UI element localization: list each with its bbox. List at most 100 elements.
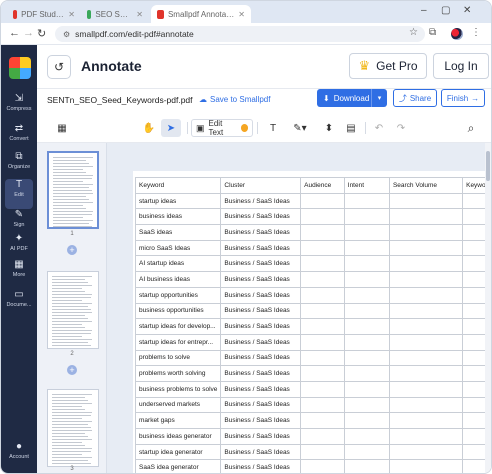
page-thumbnail[interactable] — [47, 271, 99, 349]
tools-sidebar: ⇲ Compress ⇄ Convert ⧉ Organize T Edit ✎… — [1, 45, 37, 473]
file-name[interactable]: SENTn_SEO_Seed_Keywords-pdf.pdf — [47, 95, 193, 105]
close-icon[interactable]: ✕ — [238, 10, 245, 19]
table-cell — [300, 192, 345, 210]
search-icon[interactable]: ⌕ — [459, 116, 483, 140]
add-page-icon[interactable]: + — [67, 245, 77, 255]
table-cell — [343, 412, 390, 429]
thumbnails-grid-icon[interactable]: ▦ — [51, 119, 73, 137]
thumbnail-text-line — [52, 342, 88, 343]
page-thumbnail[interactable] — [47, 389, 99, 467]
table-row: startup ideas Business / SaaS Ideas — [134, 192, 491, 210]
browser-window: PDF Studio Seo Keywords ✕ SEO Seed Keywo… — [0, 0, 492, 474]
stamp-tool-icon[interactable]: ⬍ — [319, 119, 339, 137]
thumbnail-text-line — [52, 327, 85, 328]
table-row: SaaS ideas Business / SaaS Ideas — [134, 224, 491, 241]
thumbnail-text-line — [52, 285, 92, 286]
table-cell — [300, 333, 345, 351]
sidebar-item-convert[interactable]: ⇄ Convert — [1, 123, 37, 153]
download-icon: ⬇ — [323, 93, 330, 103]
reload-icon[interactable]: ↻ — [37, 27, 46, 40]
url-input[interactable]: ⚙ smallpdf.com/edit-pdf#annotate — [55, 26, 425, 42]
thumbnail-text-line — [52, 463, 91, 464]
thumbnail-text-line — [52, 282, 88, 283]
undo-icon[interactable]: ↶ — [369, 119, 389, 137]
sidebar-item-label: Edit — [14, 192, 24, 198]
hand-tool-icon[interactable]: ✋ — [139, 119, 159, 137]
sidebar-item-label: Organize — [7, 164, 31, 170]
close-icon[interactable]: ✕ — [68, 10, 75, 19]
table-cell — [388, 192, 464, 210]
share-icon: ⤴ — [398, 93, 407, 103]
sidebar-item-label: Sign — [13, 222, 25, 228]
sidebar-item-edit[interactable]: T Edit — [5, 179, 33, 209]
table-row: AI startup ideas Business / SaaS Ideas — [134, 255, 491, 273]
page-thumbnail[interactable] — [47, 151, 99, 229]
get-pro-label: Get Pro — [376, 59, 418, 73]
forward-icon[interactable]: → — [23, 27, 34, 39]
thumbnail-text-line — [52, 276, 92, 277]
bookmark-star-icon[interactable]: ☆ — [409, 27, 418, 38]
sidebar-item-more[interactable]: ▦ More — [1, 259, 37, 289]
table-row: market gaps Business / SaaS Ideas — [134, 412, 491, 429]
sidebar-item-compress[interactable]: ⇲ Compress — [1, 93, 37, 123]
thumbnail-text-line — [53, 211, 93, 212]
sidebar-item-organize[interactable]: ⧉ Organize — [1, 151, 37, 181]
save-to-smallpdf-link[interactable]: ☁ Save to Smallpdf — [199, 95, 270, 104]
table-cell: underserved markets — [134, 396, 222, 414]
table-cell: Business / SaaS Ideas — [220, 412, 302, 429]
finish-button[interactable]: Finish → — [441, 89, 485, 107]
table-cell — [388, 302, 464, 320]
scrollbar-thumb[interactable] — [486, 151, 490, 181]
minimize-icon[interactable]: – — [421, 5, 427, 16]
share-button[interactable]: ⤴ Share — [393, 89, 437, 107]
redo-icon[interactable]: ↷ — [391, 119, 411, 137]
table-cell — [300, 255, 345, 273]
profile-avatar[interactable] — [451, 28, 463, 40]
login-button[interactable]: Log In — [433, 53, 489, 79]
browser-menu-icon[interactable]: ⋮ — [471, 27, 481, 38]
sidebar-item-account[interactable]: ● Account — [1, 441, 37, 471]
thumbnail-text-line — [53, 217, 83, 218]
thumbnail-text-line — [53, 193, 93, 194]
document-canvas[interactable]: Keyword Cluster Audience Intent Search V… — [107, 143, 491, 473]
window-close-icon[interactable]: ✕ — [463, 5, 471, 16]
maximize-icon[interactable]: ▢ — [441, 5, 450, 16]
get-pro-button[interactable]: ♛ Get Pro — [349, 53, 427, 79]
browser-tab-3-active[interactable]: Smallpdf Annotate - Edit ✕ — [151, 5, 251, 23]
download-button[interactable]: ⬇ Download ▾ — [317, 89, 387, 107]
edit-icon: T — [15, 179, 23, 190]
browser-tab-2[interactable]: SEO Seed Keywords ✕ — [81, 5, 149, 23]
image-tool-icon[interactable]: ▤ — [341, 119, 361, 137]
back-icon[interactable]: ← — [9, 27, 20, 39]
more-grid-icon: ▦ — [14, 259, 24, 270]
table-row: problems to solve Business / SaaS Ideas — [134, 349, 491, 367]
pen-tool-icon[interactable]: ✎▾ — [287, 119, 313, 137]
pdf-page[interactable]: Keyword Cluster Audience Intent Search V… — [133, 171, 491, 473]
table-cell — [300, 412, 345, 429]
sidebar-item-documents[interactable]: ▭ Docume... — [1, 289, 37, 319]
site-info-icon[interactable]: ⚙ — [63, 30, 70, 39]
edit-text-button[interactable]: ▣ Edit Text — [191, 119, 253, 137]
finish-label: Finish — [446, 93, 469, 103]
extensions-icon[interactable]: ⧉ — [429, 27, 436, 38]
vertical-scrollbar[interactable] — [485, 143, 491, 473]
browser-tab-1[interactable]: PDF Studio Seo Keywords ✕ — [7, 5, 81, 23]
close-icon[interactable]: ✕ — [136, 10, 143, 19]
chevron-down-icon[interactable]: ▾ — [371, 89, 387, 107]
thumbnail-text-line — [52, 306, 88, 307]
table-row: startup ideas for entrepr... Business / S… — [134, 333, 491, 351]
table-row: business problems to solve Business / Saa… — [134, 380, 491, 398]
toolbar-divider — [187, 122, 188, 134]
add-page-icon[interactable]: + — [67, 365, 77, 375]
thumbnail-text-line — [53, 160, 86, 161]
table-cell: SaaS ideas — [134, 224, 222, 241]
tab-label: SEO Seed Keywords — [95, 9, 133, 19]
table-cell — [388, 459, 464, 473]
smallpdf-logo-icon[interactable] — [9, 57, 31, 79]
select-tool-icon[interactable]: ➤ — [161, 119, 181, 137]
page-number: 1 — [70, 231, 74, 237]
back-button[interactable]: ↺ — [47, 55, 71, 79]
text-tool-icon[interactable]: T — [263, 119, 283, 137]
sidebar-item-label: Convert — [9, 136, 29, 142]
sidebar-item-label: Compress — [6, 106, 32, 112]
